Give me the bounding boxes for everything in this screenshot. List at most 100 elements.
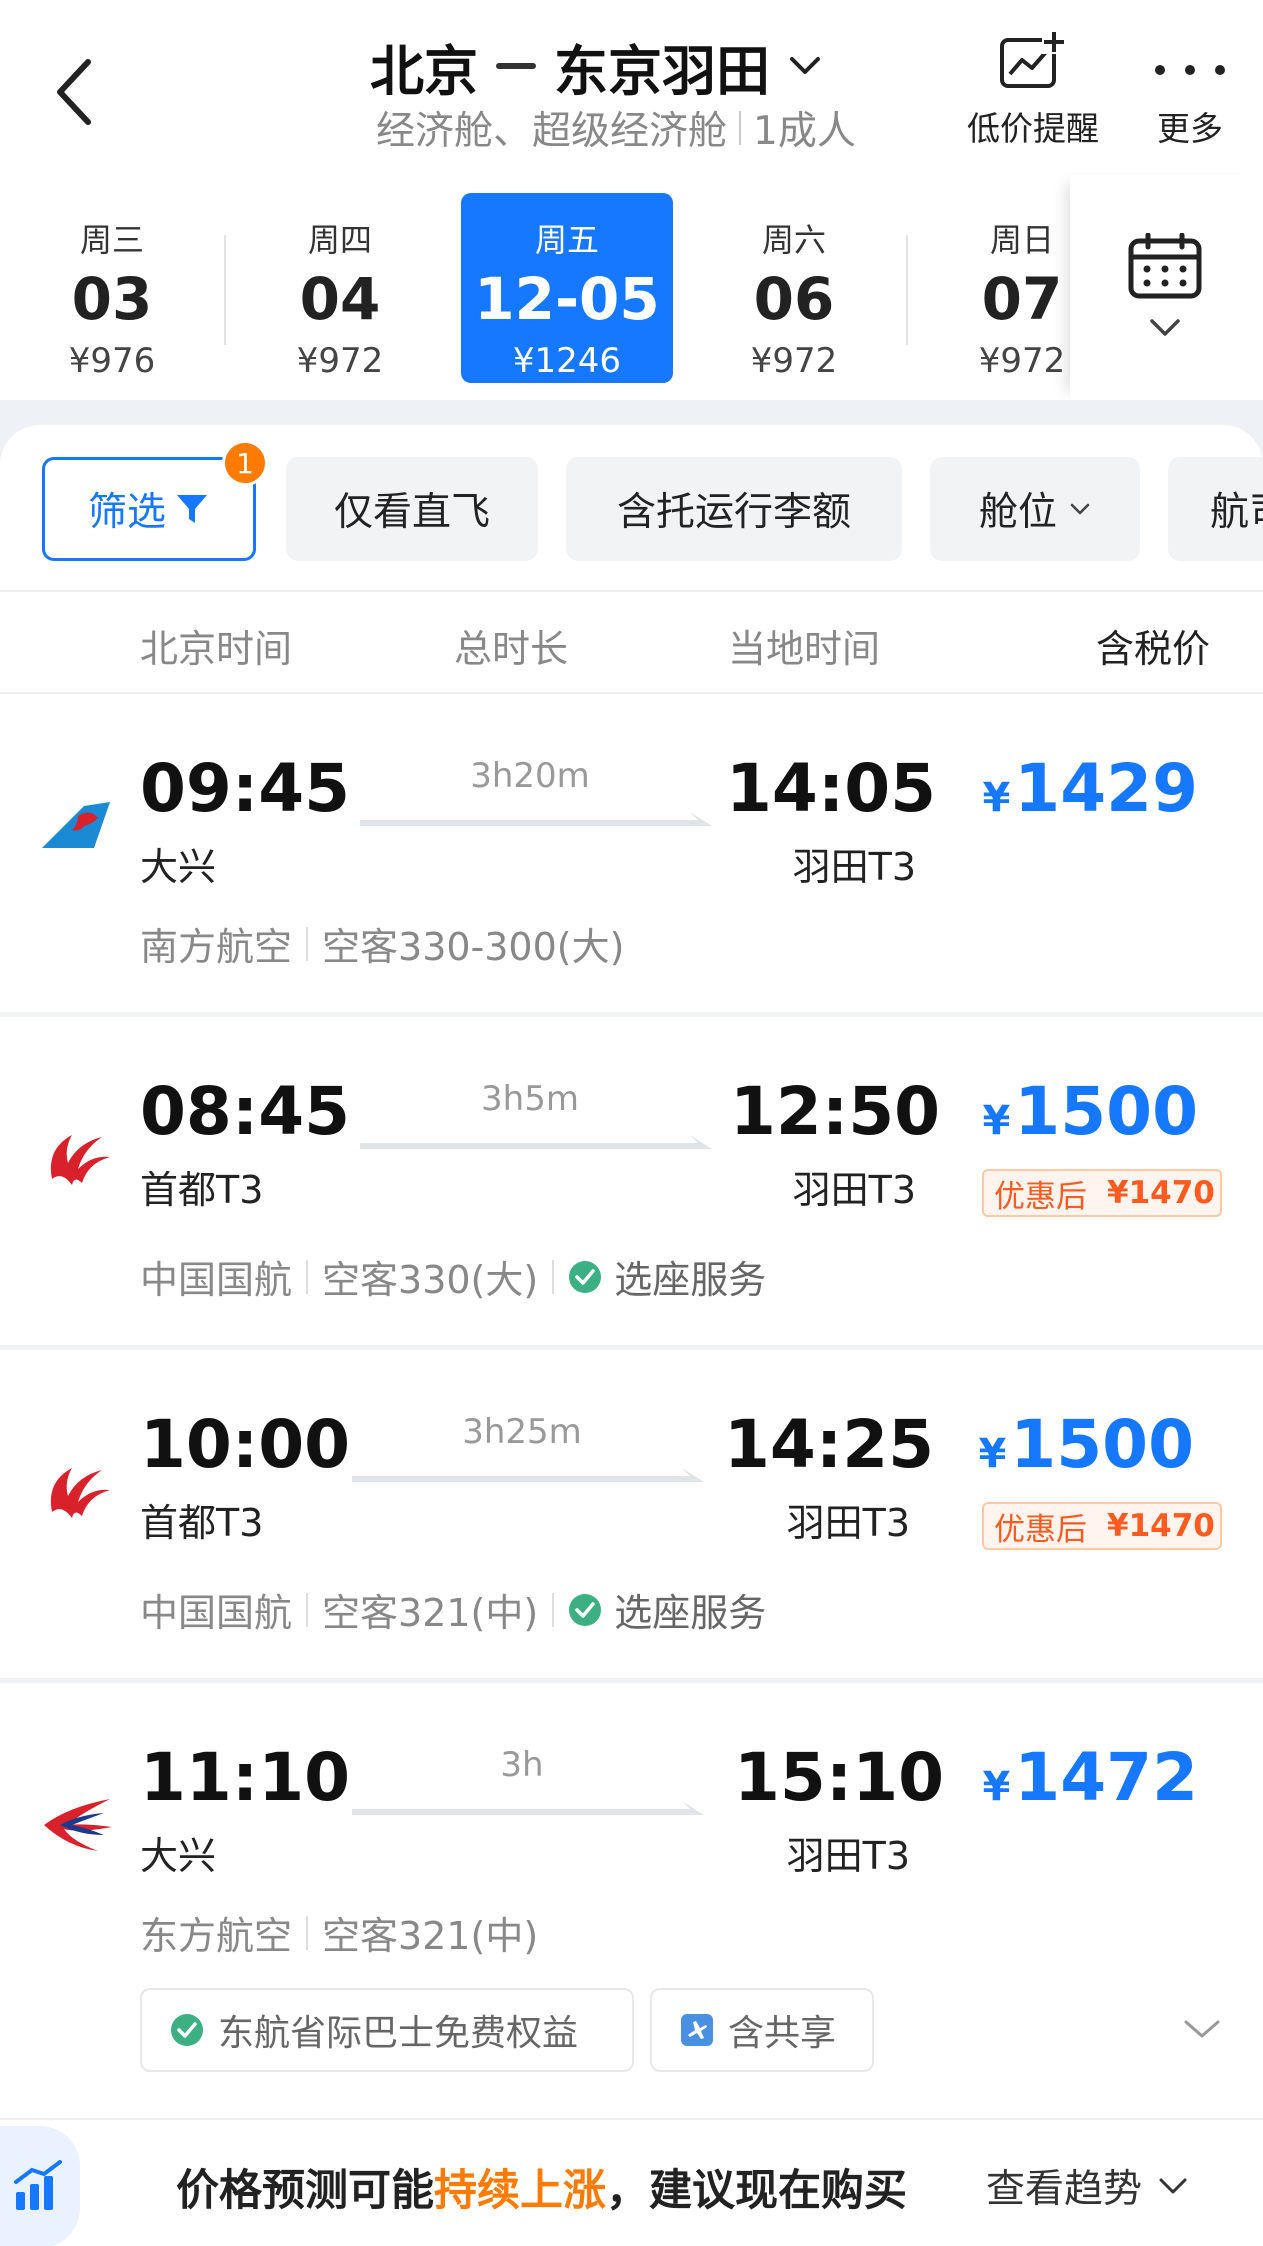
price-alert-button[interactable]: 低价提醒: [958, 30, 1108, 150]
more-button[interactable]: 更多: [1140, 30, 1240, 150]
tag-codeshare[interactable]: 含共享: [650, 1988, 874, 2072]
flight-info: 中国国航 空客330(大) 选座服务: [140, 1249, 766, 1304]
back-button[interactable]: [44, 52, 114, 132]
price-value: 1500: [1010, 1406, 1194, 1483]
check-circle-icon: [569, 1260, 602, 1293]
duration-arrow: [352, 1468, 704, 1482]
departure-time: 09:45: [140, 750, 351, 827]
tip-highlight: 持续上涨: [434, 2166, 606, 2216]
chip-cabin[interactable]: 舱位: [930, 457, 1140, 561]
price-value: 1500: [1014, 1073, 1198, 1150]
column-header: 北京时间 总时长 当地时间 含税价: [0, 590, 1263, 694]
aircraft-type: 空客321(中): [322, 1914, 539, 1958]
calendar-icon: [1128, 233, 1202, 299]
trip-subtitle: 经济舱、超级经济舱 1成人: [376, 100, 856, 156]
route-title[interactable]: 北京 东京羽田: [370, 26, 890, 106]
date-weekday: 周六: [761, 221, 826, 259]
check-circle-icon: [569, 1593, 602, 1626]
plane-share-icon: [681, 2014, 713, 2046]
duration-arrow: [352, 1801, 704, 1815]
divider: [306, 1592, 309, 1627]
trend-chart-icon: [0, 2126, 80, 2246]
discount-label: 优惠后: [994, 1178, 1087, 1215]
flight-price: ¥1500: [970, 1073, 1198, 1150]
destination-city: 东京羽田: [554, 39, 770, 103]
forecast-tip: 价格预测可能持续上涨，建议现在购买: [176, 2156, 907, 2218]
air-china-logo-icon: [50, 1468, 110, 1518]
chip-checked-baggage[interactable]: 含托运行李额: [566, 457, 902, 561]
date-price: ¥972: [750, 341, 838, 381]
chevron-down-icon: [1150, 319, 1180, 336]
price-forecast-banner[interactable]: 价格预测可能持续上涨，建议现在购买 查看趋势: [0, 2118, 1263, 2246]
aircraft-type: 空客330-300(大): [322, 925, 625, 969]
more-dots-icon: [1155, 65, 1225, 75]
chevron-down-icon: [1184, 2020, 1220, 2038]
date-item[interactable]: 周六 06 ¥972: [688, 193, 900, 383]
tag-bus-benefit[interactable]: 东航省际巴士免费权益: [140, 1988, 634, 2072]
flight-info: 东方航空 空客321(中): [140, 1905, 538, 1960]
aircraft-type: 空客321(中): [322, 1591, 539, 1635]
currency-symbol: ¥: [982, 1764, 1011, 1810]
flight-card[interactable]: 09:45 大兴 3h20m 14:05 羽田T3 ¥1429 南方航空 空客3…: [0, 694, 1263, 1017]
duration-arrow: [360, 1135, 712, 1149]
date-item-selected[interactable]: 周五 12-05 ¥1246: [461, 193, 673, 383]
arrival-airport: 羽田T3: [792, 1168, 916, 1212]
chip-label: 舱位: [978, 490, 1057, 535]
duration-arrow: [360, 812, 712, 826]
seat-service: 选座服务: [614, 1258, 767, 1302]
arrival-airport: 羽田T3: [786, 1834, 910, 1878]
divider: [306, 1915, 309, 1950]
price-value: 1472: [1014, 1739, 1198, 1816]
flight-card[interactable]: 08:45 首都T3 3h5m 12:50 羽田T3 ¥1500 优惠后 ¥147…: [0, 1017, 1263, 1350]
check-circle-icon: [171, 2014, 203, 2046]
date-price: ¥1246: [512, 341, 622, 381]
tip-prefix: 价格预测可能: [176, 2166, 434, 2216]
divider: [906, 235, 908, 345]
chevron-down-icon: [1070, 503, 1090, 515]
currency-symbol: ¥: [982, 1098, 1011, 1144]
col-tax-price[interactable]: 含税价: [1096, 618, 1210, 673]
discount-price: ¥1470: [1107, 1508, 1215, 1544]
flight-info: 南方航空 空客330-300(大): [140, 916, 624, 971]
view-trend-button[interactable]: 查看趋势: [986, 2158, 1190, 2214]
origin-city: 北京: [370, 39, 478, 103]
china-southern-logo-icon: [42, 802, 110, 848]
departure-time: 11:10: [140, 1739, 351, 1816]
more-label: 更多: [1157, 109, 1223, 148]
divider: [224, 235, 226, 345]
chip-direct-only[interactable]: 仅看直飞: [286, 457, 538, 561]
arrival-airport: 羽田T3: [786, 1501, 910, 1545]
divider: [306, 926, 309, 961]
seat-service: 选座服务: [614, 1591, 767, 1635]
flight-card[interactable]: 10:00 首都T3 3h25m 14:25 羽田T3 ¥1500 优惠后 ¥14…: [0, 1350, 1263, 1683]
price-alert-label: 低价提醒: [967, 109, 1099, 148]
top-bar: 北京 东京羽田 经济舱、超级经济舱 1成人 低价提醒 更多: [0, 0, 1263, 175]
filter-label: 筛选: [87, 490, 166, 535]
tag-label: 东航省际巴士免费权益: [218, 2013, 579, 2054]
chip-airline[interactable]: 航司: [1168, 457, 1263, 561]
china-eastern-logo-icon: [44, 1799, 112, 1851]
arrival-time: 12:50: [730, 1073, 941, 1150]
departure-airport: 大兴: [140, 845, 217, 889]
departure-airport: 大兴: [140, 1834, 217, 1878]
expand-button[interactable]: [1180, 2014, 1224, 2044]
price-value: 1429: [1014, 750, 1198, 827]
calendar-button[interactable]: [1070, 175, 1263, 400]
arrival-time: 14:25: [724, 1406, 935, 1483]
date-day: 04: [299, 265, 381, 333]
filter-bar: 筛选 1 仅看直飞 含托运行李额 舱位 航司: [0, 425, 1263, 590]
cabin-class: 经济舱、超级经济舱: [376, 109, 728, 154]
date-day: 12-05: [474, 265, 660, 333]
divider: [552, 1592, 555, 1627]
col-local-time: 当地时间: [728, 627, 881, 671]
tag-label: 含共享: [728, 2013, 837, 2054]
date-item[interactable]: 周四 04 ¥972: [234, 193, 446, 383]
flight-duration: 3h: [500, 1745, 544, 1785]
arrival-time: 14:05: [726, 750, 937, 827]
date-item[interactable]: 周三 03 ¥976: [6, 193, 218, 383]
flight-duration: 3h20m: [470, 756, 590, 796]
discount-price: ¥1470: [1107, 1175, 1215, 1211]
chip-label: 仅看直飞: [333, 490, 490, 535]
tip-suffix: ，建议现在购买: [606, 2166, 907, 2216]
flight-duration: 3h5m: [481, 1079, 579, 1119]
